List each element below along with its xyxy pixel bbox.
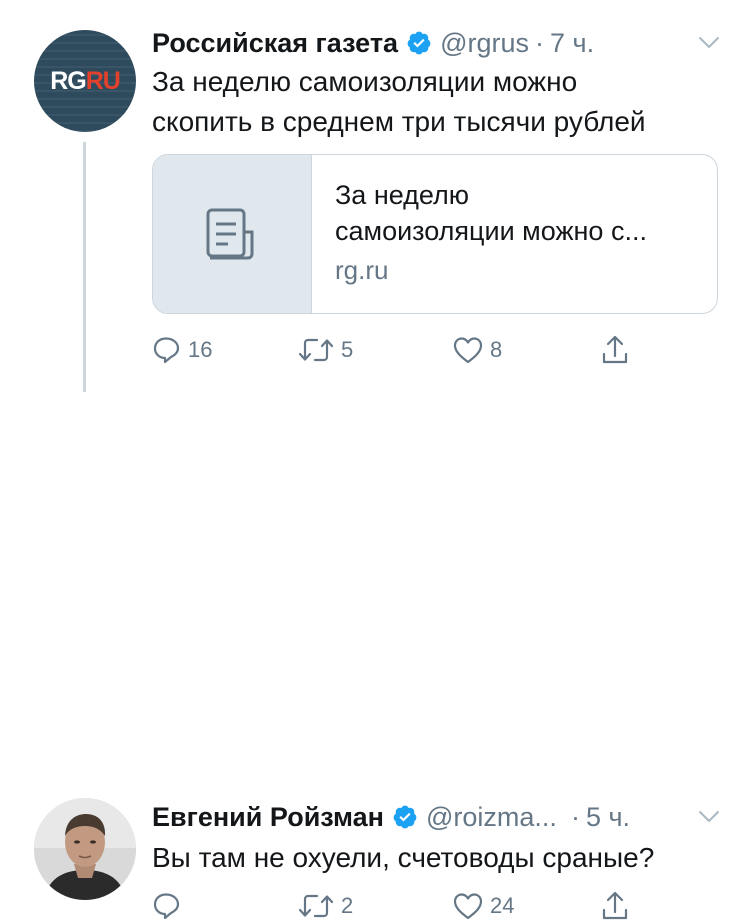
tweet-time[interactable]: 5 ч. bbox=[586, 802, 630, 833]
retweet-count: 2 bbox=[341, 893, 354, 918]
person-photo-icon bbox=[34, 798, 136, 900]
card-thumbnail bbox=[153, 155, 312, 313]
retweet-button[interactable]: 5 bbox=[297, 332, 353, 368]
reply-count: 16 bbox=[188, 337, 213, 362]
tweet-text-line: скопить в среднем три тысячи рублей bbox=[152, 106, 646, 137]
avatar-roizman[interactable] bbox=[34, 798, 136, 900]
retweet-icon bbox=[298, 894, 334, 918]
author-handle[interactable]: @roizma... bbox=[426, 802, 557, 833]
tweet-text: Вы там не охуели, счетоводы сраные? bbox=[152, 838, 722, 878]
logo-ru-text: RU bbox=[85, 66, 121, 95]
share-icon bbox=[602, 891, 628, 920]
like-button[interactable]: 8 bbox=[452, 332, 502, 368]
author-name[interactable]: Евгений Ройзман bbox=[152, 802, 384, 833]
separator-dot: · bbox=[535, 27, 544, 58]
rg-ru-logo: RG RU bbox=[34, 30, 136, 132]
tweet-header: Российская газета @rgrus · 7 ч. bbox=[152, 26, 594, 60]
tweet-actions: 16 5 8 bbox=[152, 332, 652, 368]
document-icon bbox=[206, 208, 254, 260]
tweet-text-line: Вы там не охуели, счетоводы сраные? bbox=[152, 842, 655, 873]
logo-rg-text: RG bbox=[50, 66, 86, 95]
like-icon bbox=[453, 893, 483, 920]
reply-icon bbox=[153, 337, 180, 364]
thread-connector-line bbox=[83, 142, 86, 392]
reply-icon bbox=[153, 893, 180, 920]
tweet-text-line: За неделю самоизоляции можно bbox=[152, 66, 578, 97]
share-icon bbox=[602, 335, 628, 364]
retweet-button[interactable]: 2 bbox=[297, 888, 353, 924]
card-domain: rg.ru bbox=[335, 255, 389, 285]
retweet-icon bbox=[298, 338, 334, 362]
tweet-header: Евгений Ройзман @roizma... · 5 ч. bbox=[152, 800, 630, 834]
card-title-line: самоизоляции можно с... bbox=[335, 216, 647, 246]
like-icon bbox=[453, 337, 483, 364]
reply-button[interactable]: 16 bbox=[152, 332, 212, 368]
avatar-rgrus[interactable]: RG RU bbox=[34, 30, 136, 132]
author-handle[interactable]: @rgrus bbox=[440, 28, 529, 59]
chevron-down-icon[interactable] bbox=[698, 810, 720, 824]
card-title-line: За неделю bbox=[335, 180, 470, 210]
like-count: 8 bbox=[490, 337, 503, 362]
like-button[interactable]: 24 bbox=[452, 888, 514, 924]
tweet-actions: 2 24 bbox=[152, 888, 652, 924]
retweet-count: 5 bbox=[341, 337, 354, 362]
link-card[interactable]: За неделю самоизоляции можно с... rg.ru bbox=[152, 154, 718, 314]
tweet-time[interactable]: 7 ч. bbox=[550, 28, 594, 59]
author-name[interactable]: Российская газета bbox=[152, 28, 398, 59]
like-count: 24 bbox=[490, 893, 515, 918]
share-button[interactable] bbox=[600, 332, 630, 368]
reply-button[interactable] bbox=[152, 888, 188, 924]
card-title: За неделю самоизоляции можно с... bbox=[335, 177, 705, 249]
tweet-text: За неделю самоизоляции можно скопить в с… bbox=[152, 62, 722, 142]
chevron-down-icon[interactable] bbox=[698, 36, 720, 50]
separator-dot: · bbox=[570, 801, 580, 832]
verified-badge-icon bbox=[406, 30, 432, 56]
share-button[interactable] bbox=[600, 888, 630, 924]
verified-badge-icon bbox=[392, 804, 418, 830]
